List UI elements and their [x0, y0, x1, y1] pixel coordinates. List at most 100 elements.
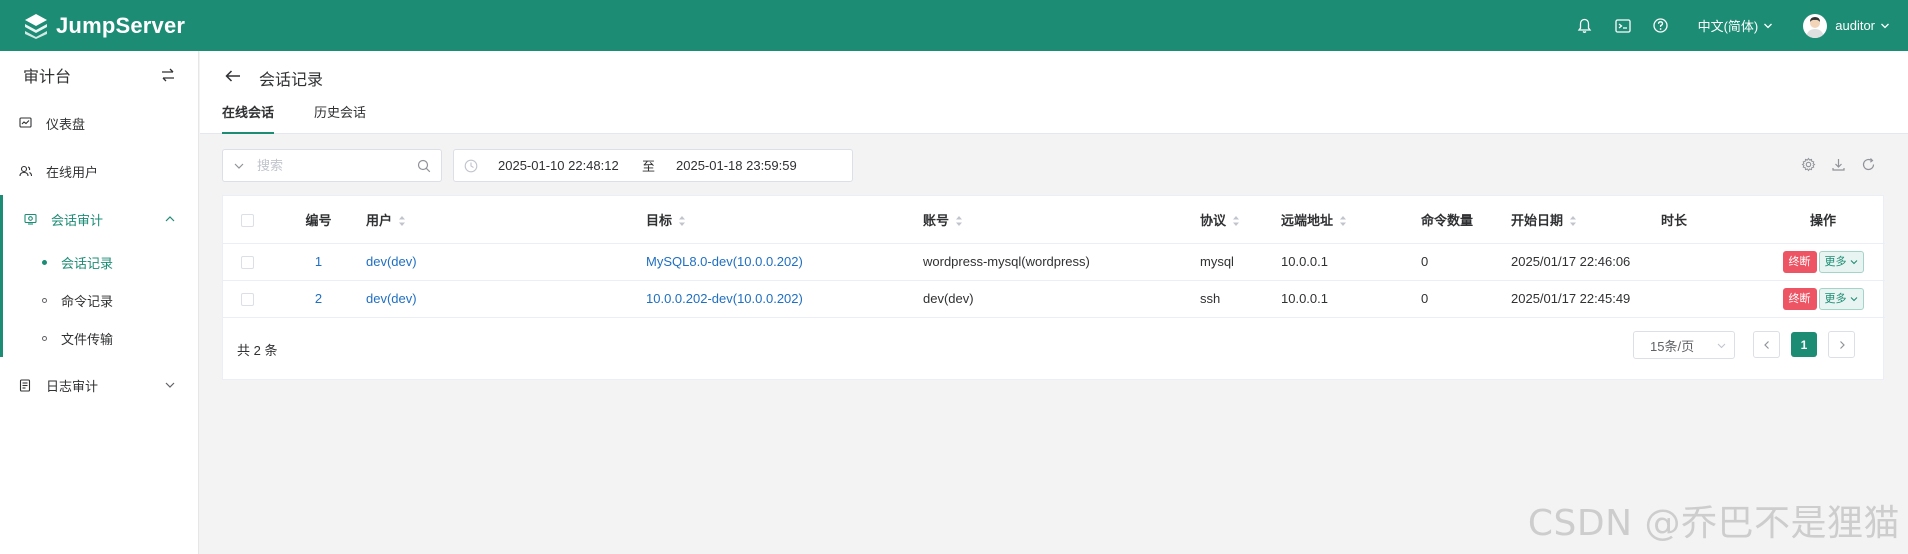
cell-user: dev(dev)	[366, 280, 646, 318]
sort-icon[interactable]	[1232, 215, 1240, 227]
tab-online-sessions[interactable]: 在线会话	[222, 102, 275, 134]
sidebar-header: 审计台	[0, 51, 198, 99]
language-selector[interactable]: 中文(简体)	[1698, 16, 1774, 35]
terminal-icon[interactable]	[1614, 17, 1632, 35]
search-input[interactable]	[257, 158, 407, 173]
more-button[interactable]: 更多	[1818, 250, 1864, 273]
chevron-right-icon	[1839, 340, 1845, 349]
refresh-icon[interactable]	[1861, 157, 1876, 172]
user-menu[interactable]: auditor	[1803, 13, 1890, 38]
user-link[interactable]: dev(dev)	[366, 254, 417, 269]
more-button[interactable]: 更多	[1818, 287, 1864, 310]
sidebar-item-log-audit[interactable]: 日志审计	[0, 361, 198, 409]
sort-icon[interactable]	[678, 215, 686, 227]
page-size-select[interactable]: 15条/页	[1633, 331, 1735, 359]
id-link[interactable]: 2	[315, 291, 322, 306]
bullet-icon	[42, 335, 47, 341]
back-arrow-icon[interactable]	[224, 67, 242, 85]
next-page-button[interactable]	[1828, 331, 1855, 358]
table-row: 1 dev(dev) MySQL8.0-dev(10.0.0.202) word…	[223, 243, 1885, 281]
page-header: 会话记录 在线会话 历史会话	[200, 51, 1908, 134]
page-title: 会话记录	[259, 72, 324, 89]
target-link[interactable]: 10.0.0.202-dev(10.0.0.202)	[646, 291, 803, 306]
cell-start-date: 2025/01/17 22:46:06	[1511, 243, 1661, 281]
session-audit-icon	[23, 212, 37, 226]
sidebar-item-label: 仪表盘	[46, 116, 86, 132]
date-start[interactable]: 2025-01-10 22:48:12	[498, 158, 638, 173]
cell-command-count: 0	[1421, 243, 1511, 281]
row-checkbox[interactable]	[240, 293, 254, 307]
settings-icon[interactable]	[1801, 157, 1816, 172]
top-bar: JumpServer 中文(简体) auditor	[0, 0, 1908, 51]
terminate-button[interactable]: 终断	[1782, 250, 1817, 273]
chevron-down-icon	[1881, 23, 1889, 28]
sidebar: 审计台 仪表盘 在线用户 会话审计 会话记录 命令记录 文件传输 日志审计	[0, 51, 199, 554]
sidebar-subitem-label: 会话记录	[61, 255, 114, 271]
app-name: JumpServer	[56, 12, 186, 38]
tab-bar: 在线会话 历史会话	[222, 102, 406, 134]
column-header-target[interactable]: 目标	[646, 196, 923, 244]
search-box[interactable]	[222, 149, 442, 182]
bullet-icon	[42, 259, 47, 265]
column-header-actions: 操作	[1761, 196, 1885, 244]
sessions-table-card: 编号 用户 目标 账号 协议 远端地址 命令数量 开始日期 时长 操作 1 de…	[222, 195, 1885, 380]
cell-target: MySQL8.0-dev(10.0.0.202)	[646, 243, 923, 281]
page-size-label: 15条/页	[1650, 338, 1695, 354]
cell-protocol: mysql	[1200, 243, 1281, 281]
date-separator: 至	[642, 159, 656, 174]
dashboard-icon	[18, 116, 32, 130]
column-header-account[interactable]: 账号	[923, 196, 1200, 244]
date-end[interactable]: 2025-01-18 23:59:59	[676, 158, 826, 173]
column-header-duration: 时长	[1661, 196, 1761, 244]
column-header-user[interactable]: 用户	[366, 196, 646, 244]
cell-duration	[1661, 243, 1761, 281]
select-all-cell	[223, 196, 271, 244]
switch-view-icon[interactable]	[160, 67, 176, 83]
target-link[interactable]: MySQL8.0-dev(10.0.0.202)	[646, 254, 803, 269]
download-icon[interactable]	[1831, 157, 1846, 172]
date-range-picker[interactable]: 2025-01-10 22:48:12 至 2025-01-18 23:59:5…	[453, 149, 853, 182]
sidebar-subitem-session-records[interactable]: 会话记录	[3, 243, 198, 281]
sidebar-subitem-command-records[interactable]: 命令记录	[3, 281, 198, 319]
cell-actions: 终断 更多	[1761, 243, 1885, 281]
sort-icon[interactable]	[398, 215, 406, 227]
cell-id: 1	[271, 243, 366, 281]
chevron-down-icon[interactable]	[233, 160, 245, 172]
column-header-protocol[interactable]: 协议	[1200, 196, 1281, 244]
language-label: 中文(简体)	[1697, 19, 1759, 34]
sidebar-item-session-audit[interactable]: 会话审计	[3, 195, 198, 243]
cell-account: wordpress-mysql(wordpress)	[923, 243, 1200, 281]
user-link[interactable]: dev(dev)	[366, 291, 417, 306]
total-count: 共 2 条	[237, 343, 278, 358]
table-tools	[1786, 157, 1876, 172]
terminate-button[interactable]: 终断	[1782, 287, 1817, 310]
sort-icon[interactable]	[1569, 215, 1577, 227]
help-icon[interactable]	[1652, 17, 1670, 35]
page-number-current[interactable]: 1	[1791, 332, 1817, 357]
row-checkbox[interactable]	[240, 256, 254, 270]
cell-id: 2	[271, 280, 366, 318]
sidebar-item-dashboard[interactable]: 仪表盘	[0, 99, 198, 147]
bullet-icon	[42, 297, 47, 303]
column-header-command-count: 命令数量	[1421, 196, 1511, 244]
sessions-table: 编号 用户 目标 账号 协议 远端地址 命令数量 开始日期 时长 操作 1 de…	[223, 196, 1885, 318]
sidebar-item-online-users[interactable]: 在线用户	[0, 147, 198, 195]
row-select-cell	[223, 243, 271, 281]
sidebar-subitem-file-transfer[interactable]: 文件传输	[3, 319, 198, 357]
more-label: 更多	[1824, 292, 1847, 305]
tab-history-sessions[interactable]: 历史会话	[314, 102, 366, 134]
cell-command-count: 0	[1421, 280, 1511, 318]
log-audit-icon	[18, 378, 32, 392]
sort-icon[interactable]	[1339, 215, 1347, 227]
column-header-remote-address[interactable]: 远端地址	[1281, 196, 1421, 244]
prev-page-button[interactable]	[1753, 331, 1780, 358]
sidebar-title: 审计台	[23, 69, 72, 86]
sort-icon[interactable]	[955, 215, 963, 227]
column-header-start-date[interactable]: 开始日期	[1511, 196, 1661, 244]
bell-icon[interactable]	[1576, 17, 1594, 35]
logo[interactable]: JumpServer	[22, 12, 185, 40]
search-icon[interactable]	[417, 159, 431, 173]
id-link[interactable]: 1	[315, 254, 322, 269]
cell-remote-address: 10.0.0.1	[1281, 243, 1421, 281]
select-all-checkbox[interactable]	[240, 213, 254, 227]
